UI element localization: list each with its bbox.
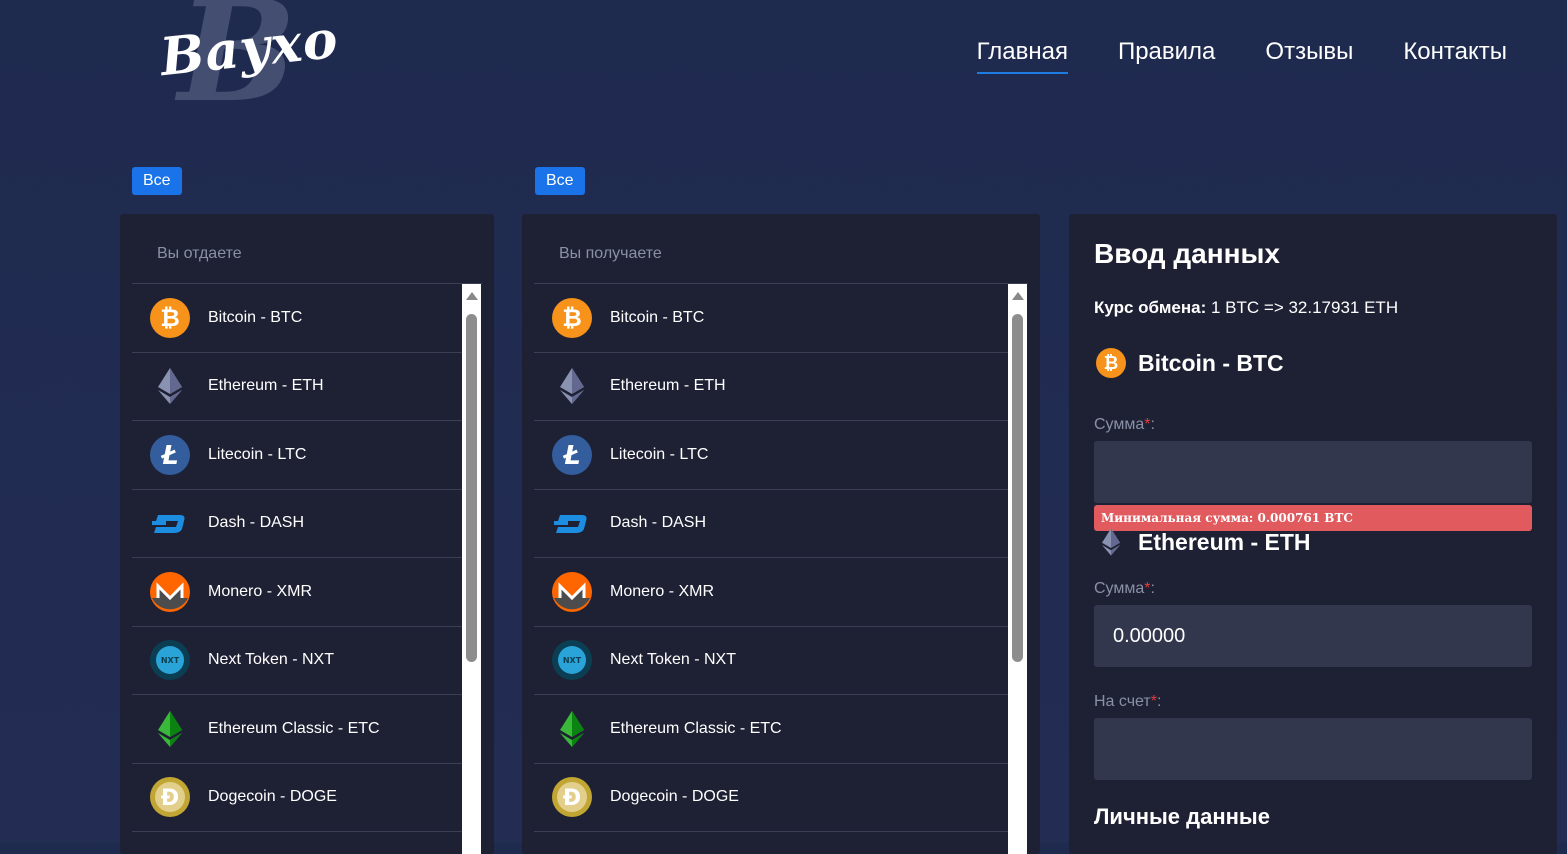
- exchange-form-panel: Ввод данных Курс обмена: 1 BTC => 32.179…: [1069, 214, 1557, 854]
- account-label: На счет*:: [1094, 693, 1161, 711]
- ethereum-icon: [1094, 525, 1128, 559]
- get-coin-name: Ethereum - ETH: [1138, 528, 1311, 555]
- coin-label: Litecoin - LTC: [208, 445, 307, 463]
- coin-label: Monero - XMR: [610, 582, 715, 600]
- coin-label: Ethereum - ETH: [610, 377, 726, 395]
- nav-reviews[interactable]: Отзывы: [1265, 38, 1353, 74]
- dash-icon: [150, 503, 190, 543]
- main-nav: Главная Правила Отзывы Контакты: [976, 38, 1507, 74]
- scroll-up-icon[interactable]: [466, 292, 478, 300]
- monero-icon: [150, 572, 190, 612]
- give-filter-all-button[interactable]: Все: [132, 167, 182, 195]
- coin-label: Next Token - NXT: [610, 651, 736, 669]
- give-amount-label: Сумма*:: [1094, 416, 1155, 434]
- dogecoin-icon: [150, 777, 190, 817]
- get-row-etc[interactable]: Ethereum Classic - ETC: [534, 695, 1008, 764]
- bitcoin-icon: [552, 298, 592, 338]
- litecoin-icon: [150, 435, 190, 475]
- get-panel-title: Вы получаете: [534, 214, 1028, 284]
- give-amount-label-text: Сумма: [1094, 416, 1145, 433]
- get-row-btc[interactable]: Bitcoin - BTC: [534, 284, 1008, 353]
- coin-label: Ethereum Classic - ETC: [208, 719, 380, 737]
- account-input[interactable]: [1094, 718, 1532, 780]
- get-currency-panel: Вы получаете Bitcoin - BTC Ethereum - ET…: [522, 214, 1040, 854]
- get-row-ltc[interactable]: Litecoin - LTC: [534, 421, 1008, 490]
- coin-label: Dash - DASH: [208, 514, 305, 532]
- get-row-dash[interactable]: Dash - DASH: [534, 490, 1008, 558]
- scroll-up-icon[interactable]: [1012, 292, 1024, 300]
- give-row-dash[interactable]: Dash - DASH: [132, 490, 462, 558]
- nxt-icon: [150, 640, 190, 680]
- exchange-rate-label: Курс обмена:: [1094, 298, 1207, 317]
- get-amount-input[interactable]: 0.00000: [1094, 605, 1532, 667]
- ethereum-icon: [552, 366, 592, 406]
- give-row-etc[interactable]: Ethereum Classic - ETC: [132, 695, 462, 764]
- label-colon: :: [1150, 416, 1155, 433]
- give-coin-name: Bitcoin - BTC: [1138, 349, 1284, 376]
- give-row-nxt[interactable]: Next Token - NXT: [132, 627, 462, 695]
- nav-home[interactable]: Главная: [976, 38, 1068, 74]
- give-row-ltc[interactable]: Litecoin - LTC: [132, 421, 462, 490]
- nav-rules[interactable]: Правила: [1118, 38, 1215, 74]
- coin-label: Next Token - NXT: [208, 651, 334, 669]
- coin-label: Dash - DASH: [610, 514, 707, 532]
- bitcoin-icon: [1094, 346, 1128, 380]
- get-amount-label-text: Сумма: [1094, 580, 1145, 597]
- label-colon: :: [1156, 693, 1162, 710]
- nav-contacts[interactable]: Контакты: [1403, 38, 1507, 74]
- coin-label: Monero - XMR: [208, 582, 313, 600]
- scroll-thumb[interactable]: [1012, 314, 1023, 662]
- get-filter-all-button[interactable]: Все: [535, 167, 585, 195]
- exchange-rate: Курс обмена: 1 BTC => 32.17931 ETH: [1094, 298, 1398, 318]
- coin-label: Dogecoin - DOGE: [208, 788, 337, 806]
- give-row-btc[interactable]: Bitcoin - BTC: [132, 284, 462, 353]
- give-coin-heading: Bitcoin - BTC: [1094, 346, 1284, 380]
- get-row-nxt[interactable]: Next Token - NXT: [534, 627, 1008, 695]
- ethereum-icon: [150, 366, 190, 406]
- give-row-doge[interactable]: Dogecoin - DOGE: [132, 764, 462, 832]
- coin-label: Ethereum - ETH: [208, 377, 324, 395]
- coin-label: Dogecoin - DOGE: [610, 788, 739, 806]
- dash-icon: [552, 503, 592, 543]
- account-label-text: На счет: [1094, 693, 1151, 710]
- get-row-eth[interactable]: Ethereum - ETH: [534, 353, 1008, 421]
- get-row-doge[interactable]: Dogecoin - DOGE: [534, 764, 1008, 832]
- exchange-rate-value: 1 BTC => 32.17931 ETH: [1210, 298, 1399, 317]
- give-currency-panel: Вы отдаете Bitcoin - BTC Ethereum - ETH …: [120, 214, 494, 854]
- monero-icon: [552, 572, 592, 612]
- give-list-scrollbar[interactable]: [462, 284, 481, 854]
- dogecoin-icon: [552, 777, 592, 817]
- give-row-xmr[interactable]: Monero - XMR: [132, 558, 462, 627]
- coin-label: Bitcoin - BTC: [208, 308, 303, 326]
- site-logo[interactable]: B Bayxo: [157, 0, 341, 122]
- ethereum-classic-icon: [552, 709, 592, 749]
- personal-data-heading: Личные данные: [1094, 804, 1270, 829]
- label-colon: :: [1150, 580, 1155, 597]
- give-row-eth[interactable]: Ethereum - ETH: [132, 353, 462, 421]
- litecoin-icon: [552, 435, 592, 475]
- get-list-scrollbar[interactable]: [1008, 284, 1027, 854]
- scroll-thumb[interactable]: [466, 314, 477, 662]
- get-coin-heading: Ethereum - ETH: [1094, 525, 1311, 559]
- ethereum-classic-icon: [150, 709, 190, 749]
- coin-label: Litecoin - LTC: [610, 445, 709, 463]
- give-amount-input[interactable]: [1094, 441, 1532, 503]
- nxt-icon: [552, 640, 592, 680]
- get-row-xmr[interactable]: Monero - XMR: [534, 558, 1008, 627]
- get-currency-list: Bitcoin - BTC Ethereum - ETH Litecoin - …: [534, 284, 1008, 832]
- give-panel-title: Вы отдаете: [132, 214, 482, 284]
- form-title: Ввод данных: [1094, 238, 1281, 269]
- bitcoin-icon: [150, 298, 190, 338]
- give-currency-list: Bitcoin - BTC Ethereum - ETH Litecoin - …: [132, 284, 462, 832]
- coin-label: Bitcoin - BTC: [610, 308, 705, 326]
- coin-label: Ethereum Classic - ETC: [610, 719, 782, 737]
- get-amount-label: Сумма*:: [1094, 580, 1155, 598]
